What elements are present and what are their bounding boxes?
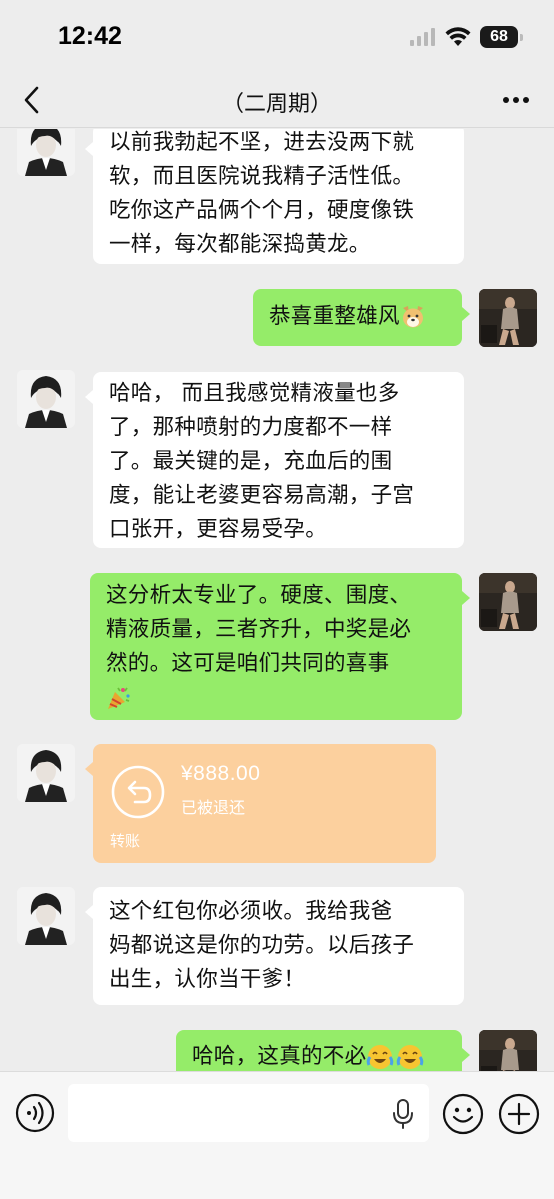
transfer-status: 已被退还 — [181, 798, 246, 817]
plus-icon[interactable] — [498, 1093, 540, 1135]
wifi-icon — [445, 27, 471, 46]
message-line: 这分析太专业了。硬度、围度、 — [106, 583, 412, 608]
message-line: 精液质量，三者齐升，中奖是必 — [106, 617, 412, 642]
avatar-image — [17, 370, 75, 428]
message-line: 哈哈，这真的不必 — [192, 1040, 446, 1071]
message-line: 以前我勃起不坚，进去没两下就 — [109, 130, 415, 155]
mic-icon[interactable] — [390, 1098, 416, 1130]
status-time: 12:42 — [58, 22, 122, 50]
message-line: 一样，每次都能深捣黄龙。 — [109, 232, 371, 257]
message-line: 了。最关键的是，充血后的围 — [109, 449, 393, 474]
battery-level: 68 — [490, 28, 508, 45]
message-bubble-outgoing[interactable]: 哈哈，这真的不必 — [176, 1030, 470, 1071]
message-line: 妈都说这是你的功劳。以后孩子 — [109, 933, 415, 958]
transfer-card[interactable]: ¥888.00 已被退还 转账 — [85, 744, 436, 863]
message-line: 口张开，更容易受孕。 — [109, 517, 328, 542]
avatar-image — [17, 129, 75, 176]
avatar-self[interactable] — [479, 573, 537, 631]
avatar-image — [479, 289, 537, 347]
avatar-image — [479, 573, 537, 631]
message-line — [106, 681, 446, 715]
avatar-self[interactable] — [479, 289, 537, 347]
input-bar — [0, 1071, 554, 1199]
message-line: 软，而且医院说我精子活性低。 — [109, 164, 415, 189]
party-popper-emoji — [108, 687, 130, 709]
message-line: 哈哈， 而且我感觉精液量也多 — [109, 381, 400, 406]
signal-icon — [410, 28, 435, 46]
emoji-icon[interactable] — [442, 1093, 484, 1135]
message-line: 这个红包你必须收。我给我爸 — [109, 899, 393, 924]
avatar-image — [17, 887, 75, 945]
message-line: 了，那种喷射的力度都不一样 — [109, 415, 393, 440]
message-line: 度，能让老婆更容易高潮，子宫 — [109, 483, 415, 508]
message-line: 恭喜重整雄风 — [269, 300, 446, 334]
message-bubble-incoming[interactable]: 哈哈， 而且我感觉精液量也多 了，那种喷射的力度都不一样 了。最关键的是，充血后… — [85, 372, 464, 548]
message-line: 出生，认你当干爹！ — [109, 967, 306, 992]
avatar[interactable] — [17, 887, 75, 945]
avatar-self[interactable] — [479, 1030, 537, 1071]
voice-icon[interactable] — [15, 1093, 55, 1133]
avatar-image — [479, 1030, 537, 1071]
avatar[interactable] — [17, 129, 75, 176]
more-dots-icon[interactable] — [500, 86, 532, 114]
transfer-label: 转账 — [110, 832, 141, 850]
status-icons: 68 — [410, 24, 523, 50]
laughing-crying-emoji — [367, 1045, 424, 1069]
battery-icon: 68 — [480, 26, 523, 48]
message-line: 吃你这产品俩个个月，硬度像铁 — [109, 198, 415, 223]
avatar-image — [17, 744, 75, 802]
message-bubble-outgoing[interactable]: 这分析太专业了。硬度、围度、 精液质量，三者齐升，中奖是必 然的。这可是咱们共同… — [90, 573, 470, 720]
status-bar: 12:42 68 — [0, 0, 554, 72]
avatar[interactable] — [17, 744, 75, 802]
avatar[interactable] — [17, 370, 75, 428]
message-bubble-incoming[interactable]: 这个红包你必须收。我给我爸 妈都说这是你的功劳。以后孩子 出生，认你当干爹！ — [85, 887, 464, 1005]
message-line: 然的。这可是咱们共同的喜事 — [106, 651, 390, 676]
chat-list[interactable]: 以前我勃起不坚，进去没两下就 软，而且医院说我精子活性低。 吃你这产品俩个个月，… — [0, 129, 554, 1071]
dog-face-emoji — [402, 306, 423, 328]
return-arrow-icon — [111, 765, 165, 819]
transfer-amount: ¥888.00 — [181, 762, 261, 785]
chat-title: （二周期） — [221, 92, 332, 117]
message-bubble-outgoing[interactable]: 恭喜重整雄风 — [253, 289, 470, 346]
chat-header: （二周期） — [0, 72, 554, 128]
message-input[interactable] — [68, 1084, 429, 1142]
message-bubble-incoming[interactable]: 以前我勃起不坚，进去没两下就 软，而且医院说我精子活性低。 吃你这产品俩个个月，… — [85, 129, 464, 264]
